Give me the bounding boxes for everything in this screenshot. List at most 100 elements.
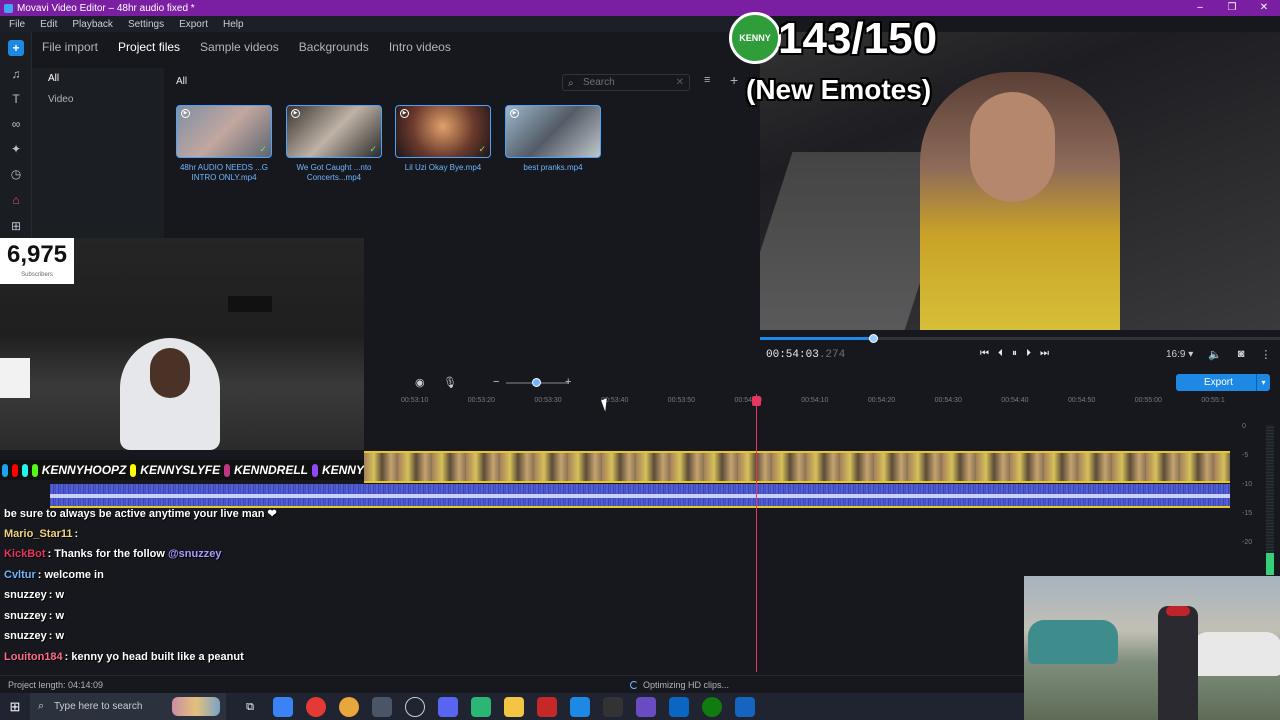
discord-icon[interactable] <box>438 696 458 717</box>
menu-playback[interactable]: Playback <box>63 19 119 30</box>
chat-text: : Thanks for the follow <box>47 548 168 560</box>
sort-icon[interactable]: ≡ <box>704 74 710 86</box>
pause-icon[interactable]: ⏸ <box>1012 348 1017 359</box>
ruler-tick-label: 00:54:50 <box>1068 397 1096 404</box>
add-file-icon[interactable]: + <box>730 72 738 88</box>
player-tools: 🔈 ◙ ⋮ <box>1208 348 1271 361</box>
preview-face <box>970 92 1055 202</box>
xbox-icon[interactable] <box>702 696 722 717</box>
file-item[interactable]: ▶ ✓ Lil Uzi Okay Bye.mp4 <box>395 105 491 173</box>
import-tabs: File import Project files Sample videos … <box>42 40 451 54</box>
meter-label: -20 <box>1242 539 1253 546</box>
social-handle: KENNYSLYFE <box>140 463 221 477</box>
file-item[interactable]: ▶ ✓ We Got Caught ...nto Concerts...mp4 <box>286 105 382 183</box>
timer-icon[interactable]: ◷ <box>8 166 24 182</box>
obs-icon[interactable] <box>405 696 425 717</box>
zoom-out-icon[interactable]: − <box>493 376 499 388</box>
music-icon[interactable]: ♫ <box>8 66 24 82</box>
tab-project-files[interactable]: Project files <box>118 40 180 54</box>
volume-icon[interactable]: 🔈 <box>1208 348 1222 361</box>
playhead[interactable] <box>756 394 757 672</box>
playback-controls: ⏮ ⏴ ⏸ ⏵ ⏭ <box>980 348 1049 359</box>
video-clip[interactable] <box>364 451 1230 483</box>
zoom-slider-handle[interactable] <box>532 378 541 387</box>
progress-handle[interactable] <box>868 334 878 343</box>
webcam-person-face <box>150 348 190 398</box>
chrome-beta-icon[interactable] <box>339 696 359 717</box>
clear-search-icon[interactable]: ✕ <box>676 75 684 90</box>
app-icon <box>4 3 13 13</box>
app-icon-blue[interactable] <box>735 696 755 717</box>
file-thumbnail: ▶ ✓ <box>176 105 272 158</box>
aspect-ratio-select[interactable]: 16:9 ▾ <box>1166 349 1193 360</box>
ruler-tick-label: 00:55:00 <box>1134 397 1162 404</box>
inset-car-white <box>1192 632 1280 676</box>
meter-label: -15 <box>1242 510 1253 517</box>
more-tools-icon[interactable]: ⊞ <box>8 218 24 234</box>
transitions-icon[interactable]: ∞ <box>8 116 24 132</box>
file-explorer-icon[interactable] <box>504 696 524 717</box>
play-icon: ▶ <box>400 109 409 118</box>
close-button[interactable]: ✕ <box>1248 0 1280 16</box>
titles-icon[interactable]: T <box>8 91 24 107</box>
spinner-icon <box>630 681 638 689</box>
tab-backgrounds[interactable]: Backgrounds <box>299 40 369 54</box>
ruler-tick-label: 00:53:20 <box>467 397 495 404</box>
file-thumbnail: ▶ ✓ <box>395 105 491 158</box>
add-media-icon[interactable]: + <box>8 40 24 56</box>
skip-end-icon[interactable]: ⏭ <box>1040 348 1049 359</box>
zoom-in-icon[interactable]: + <box>565 376 571 388</box>
outlook-icon[interactable] <box>669 696 689 717</box>
stickers-icon[interactable]: ⌂ <box>8 192 24 208</box>
copilot-icon[interactable] <box>273 696 293 717</box>
step-forward-icon[interactable]: ⏵ <box>1026 348 1031 359</box>
chat-text: : welcome in <box>37 568 104 581</box>
category-video[interactable]: Video <box>32 89 164 110</box>
menu-settings[interactable]: Settings <box>119 19 170 30</box>
search-input[interactable]: ⌕ Search ✕ <box>562 74 690 91</box>
maximize-button[interactable]: ❐ <box>1216 0 1248 16</box>
playhead-handle[interactable] <box>752 396 761 406</box>
tab-sample-videos[interactable]: Sample videos <box>200 40 279 54</box>
menu-export[interactable]: Export <box>170 19 214 30</box>
tab-intro-videos[interactable]: Intro videos <box>389 40 451 54</box>
window-title: Movavi Video Editor – 48hr audio fixed * <box>17 2 195 14</box>
minimize-button[interactable]: – <box>1184 0 1216 16</box>
category-all[interactable]: All <box>32 68 164 89</box>
chat-text: : <box>74 527 79 540</box>
microphone-icon[interactable]: 🎙 <box>443 376 457 389</box>
progress-fill <box>760 337 873 340</box>
menu-file[interactable]: File <box>0 19 31 30</box>
tab-file-import[interactable]: File import <box>42 40 98 54</box>
movavi-icon[interactable] <box>570 696 590 717</box>
file-name: We Got Caught ...nto Concerts...mp4 <box>296 163 372 182</box>
snapshot-icon[interactable]: ◙ <box>1238 348 1245 361</box>
skip-start-icon[interactable]: ⏮ <box>980 348 989 359</box>
app-icon-green[interactable] <box>471 696 491 717</box>
ruler-tick-label: 00:53:10 <box>401 397 429 404</box>
task-view-icon[interactable]: ⧉ <box>240 697 260 717</box>
record-icon[interactable]: ◉ <box>415 376 425 389</box>
file-item[interactable]: ▶ ✓ best pranks.mp4 <box>505 105 601 173</box>
step-back-icon[interactable]: ⏴ <box>998 348 1003 359</box>
premiere-icon[interactable] <box>636 696 656 717</box>
audio-level-meter: 0 -5 -10 -15 -20 <box>1230 415 1280 575</box>
audio-waveform <box>50 494 1230 498</box>
video-app-icon[interactable] <box>537 696 557 717</box>
filters-icon[interactable]: ✦ <box>8 141 24 157</box>
capcut-icon[interactable] <box>603 696 623 717</box>
more-icon[interactable]: ⋮ <box>1260 348 1271 361</box>
menu-edit[interactable]: Edit <box>31 19 63 30</box>
ruler-tick-label: 00:54:40 <box>1001 397 1029 404</box>
chrome-icon[interactable] <box>306 696 326 717</box>
start-button[interactable]: ⊞ <box>0 699 30 715</box>
export-dropdown-icon[interactable]: ▾ <box>1256 374 1270 391</box>
timeline-ruler[interactable]: 00:53:10 00:53:20 00:53:30 00:53:40 00:53:50… <box>364 394 1230 410</box>
taskbar-search[interactable]: ⌕ Type here to search <box>30 693 226 720</box>
file-item[interactable]: ▶ ✓ 48hr AUDIO NEEDS ...G INTRO ONLY.mp4 <box>176 105 272 183</box>
store-icon[interactable] <box>372 696 392 717</box>
menu-help[interactable]: Help <box>214 19 250 30</box>
music-video-inset <box>1024 576 1280 720</box>
export-button[interactable]: Export ▾ <box>1176 374 1270 391</box>
meter-label: -10 <box>1242 481 1253 488</box>
